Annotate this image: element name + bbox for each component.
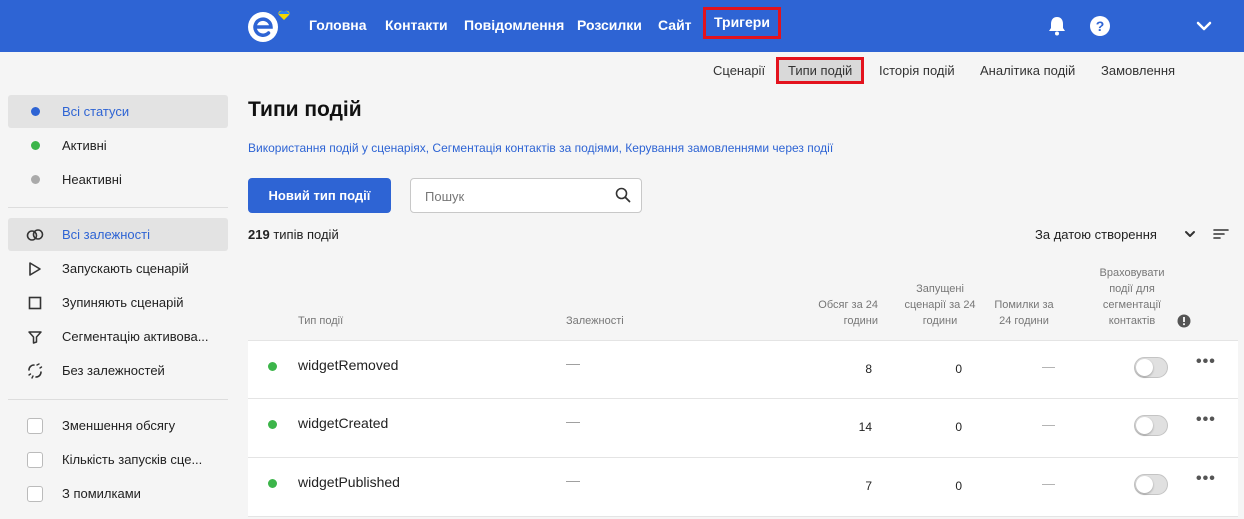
status-dot-icon <box>30 175 40 184</box>
table-row[interactable]: widgetRemoved — 8 0 — ••• <box>248 340 1238 399</box>
column-header-volume[interactable]: Обсяг за 24 години <box>808 297 878 329</box>
sidebar-item-label: Запускають сценарій <box>62 261 189 276</box>
status-dot-icon <box>30 141 40 150</box>
nav-messages[interactable]: Повідомлення <box>464 0 564 52</box>
volume-value: 7 <box>865 479 872 493</box>
table-row[interactable]: widgetCreated — 14 0 — ••• <box>248 399 1238 458</box>
status-active-dot <box>268 420 277 429</box>
nav-triggers[interactable]: Тригери <box>703 7 781 39</box>
dependencies-value: — <box>566 413 580 429</box>
subtab-event-history[interactable]: Історія подій <box>879 62 955 82</box>
chevron-down-icon[interactable] <box>1183 227 1197 241</box>
count-label: типів подій <box>273 227 339 242</box>
sort-order-icon[interactable] <box>1213 227 1229 241</box>
chevron-down-icon[interactable] <box>1193 15 1215 37</box>
sidebar-item-label: Зупиняють сценарій <box>62 295 184 310</box>
subtab-event-types[interactable]: Типи подій <box>776 57 865 84</box>
search-box[interactable] <box>410 178 642 213</box>
event-type-name[interactable]: widgetPublished <box>298 474 400 490</box>
errors-value: — <box>1042 476 1055 491</box>
checkbox[interactable] <box>27 485 43 502</box>
play-icon <box>29 261 41 276</box>
search-icon[interactable] <box>615 187 631 203</box>
segmentation-toggle[interactable] <box>1134 357 1168 378</box>
sidebar-filter-volume-decrease[interactable]: Зменшення обсягу <box>8 409 228 442</box>
unlinked-icon <box>28 362 43 379</box>
svg-text:?: ? <box>1096 18 1105 34</box>
sidebar-item-label: Сегментацію активова... <box>62 329 209 344</box>
filter-icon <box>28 330 42 344</box>
sidebar-deps-stop[interactable]: Зупиняють сценарій <box>8 286 228 319</box>
sidebar-item-label: Активні <box>62 138 107 153</box>
sidebar-filter-runs-count[interactable]: Кількість запусків сце... <box>8 443 228 476</box>
sidebar-status-active[interactable]: Активні <box>8 129 228 162</box>
nav-mailings[interactable]: Розсилки <box>577 0 642 52</box>
status-active-dot <box>268 479 277 488</box>
segmentation-toggle[interactable] <box>1134 415 1168 436</box>
dependencies-value: — <box>566 355 580 371</box>
sidebar-item-label: Неактивні <box>62 172 122 187</box>
top-nav-bar: Головна Контакти Повідомлення Розсилки С… <box>0 0 1244 52</box>
more-icon[interactable]: ••• <box>1196 353 1216 371</box>
sidebar-deps-none[interactable]: Без залежностей <box>8 354 228 387</box>
subtab-orders[interactable]: Замовлення <box>1101 62 1175 82</box>
sidebar-item-label: Всі залежності <box>62 227 150 242</box>
sidebar-filter-errors[interactable]: З помилками <box>8 477 228 510</box>
count-number: 219 <box>248 227 270 242</box>
checkbox[interactable] <box>27 417 43 434</box>
runs-value: 0 <box>955 479 962 493</box>
sidebar-deps-start[interactable]: Запускають сценарій <box>8 252 228 285</box>
more-icon[interactable]: ••• <box>1196 411 1216 429</box>
nav-site[interactable]: Сайт <box>658 0 692 52</box>
status-active-dot <box>268 362 277 371</box>
volume-value: 8 <box>865 362 872 376</box>
column-header-type[interactable]: Тип події <box>298 313 343 329</box>
errors-value: — <box>1042 359 1055 374</box>
dependencies-value: — <box>566 472 580 488</box>
checkbox[interactable] <box>27 451 43 468</box>
new-event-type-button[interactable]: Новий тип події <box>248 178 391 213</box>
sidebar-item-label: З помилками <box>62 486 141 501</box>
help-links-text[interactable]: Використання подій у сценаріях, Сегмента… <box>248 141 833 155</box>
sidebar-status-all[interactable]: Всі статуси <box>8 95 228 128</box>
runs-value: 0 <box>955 420 962 434</box>
sidebar-deps-segmentation[interactable]: Сегментацію активова... <box>8 320 228 353</box>
column-header-errors[interactable]: Помилки за 24 години <box>987 297 1061 329</box>
search-input[interactable] <box>425 187 605 205</box>
info-icon[interactable] <box>1177 314 1191 328</box>
column-header-runs[interactable]: Запущені сценарії за 24 години <box>900 281 980 329</box>
sort-select[interactable]: За датою створення <box>1035 227 1157 242</box>
volume-value: 14 <box>858 420 872 434</box>
column-header-dependencies[interactable]: Залежності <box>566 313 624 329</box>
bell-icon[interactable] <box>1046 15 1068 37</box>
sidebar-item-label: Всі статуси <box>62 104 130 119</box>
event-types-count: 219 типів подій <box>248 227 339 242</box>
help-icon[interactable]: ? <box>1089 15 1111 37</box>
runs-value: 0 <box>955 362 962 376</box>
table-row[interactable]: widgetPublished — 7 0 — ••• <box>248 458 1238 517</box>
errors-value: — <box>1042 417 1055 432</box>
page-title: Типи подій <box>248 98 362 121</box>
subtab-event-analytics[interactable]: Аналітика подій <box>980 62 1075 82</box>
nav-home[interactable]: Головна <box>309 0 367 52</box>
event-type-name[interactable]: widgetCreated <box>298 415 388 431</box>
sidebar-item-label: Кількість запусків сце... <box>62 452 203 467</box>
help-links[interactable]: Використання подій у сценаріях, Сегмента… <box>248 141 833 155</box>
status-dot-icon <box>30 107 40 116</box>
segmentation-toggle[interactable] <box>1134 474 1168 495</box>
stop-icon <box>28 296 42 309</box>
sidebar-deps-all[interactable]: Всі залежності <box>8 218 228 251</box>
sidebar-divider <box>8 207 228 208</box>
sidebar-item-label: Зменшення обсягу <box>62 418 176 433</box>
more-icon[interactable]: ••• <box>1196 470 1216 488</box>
sidebar-divider <box>8 399 228 400</box>
nav-contacts[interactable]: Контакти <box>385 0 448 52</box>
sidebar-status-inactive[interactable]: Неактивні <box>8 163 228 196</box>
column-header-segmentation[interactable]: Враховувати події для сегментації контак… <box>1092 265 1172 329</box>
link-icon <box>26 228 44 241</box>
logo-icon[interactable] <box>246 8 296 44</box>
sidebar-item-label: Без залежностей <box>62 363 165 378</box>
subtab-scenarios[interactable]: Сценарії <box>713 62 765 82</box>
event-type-name[interactable]: widgetRemoved <box>298 357 398 373</box>
